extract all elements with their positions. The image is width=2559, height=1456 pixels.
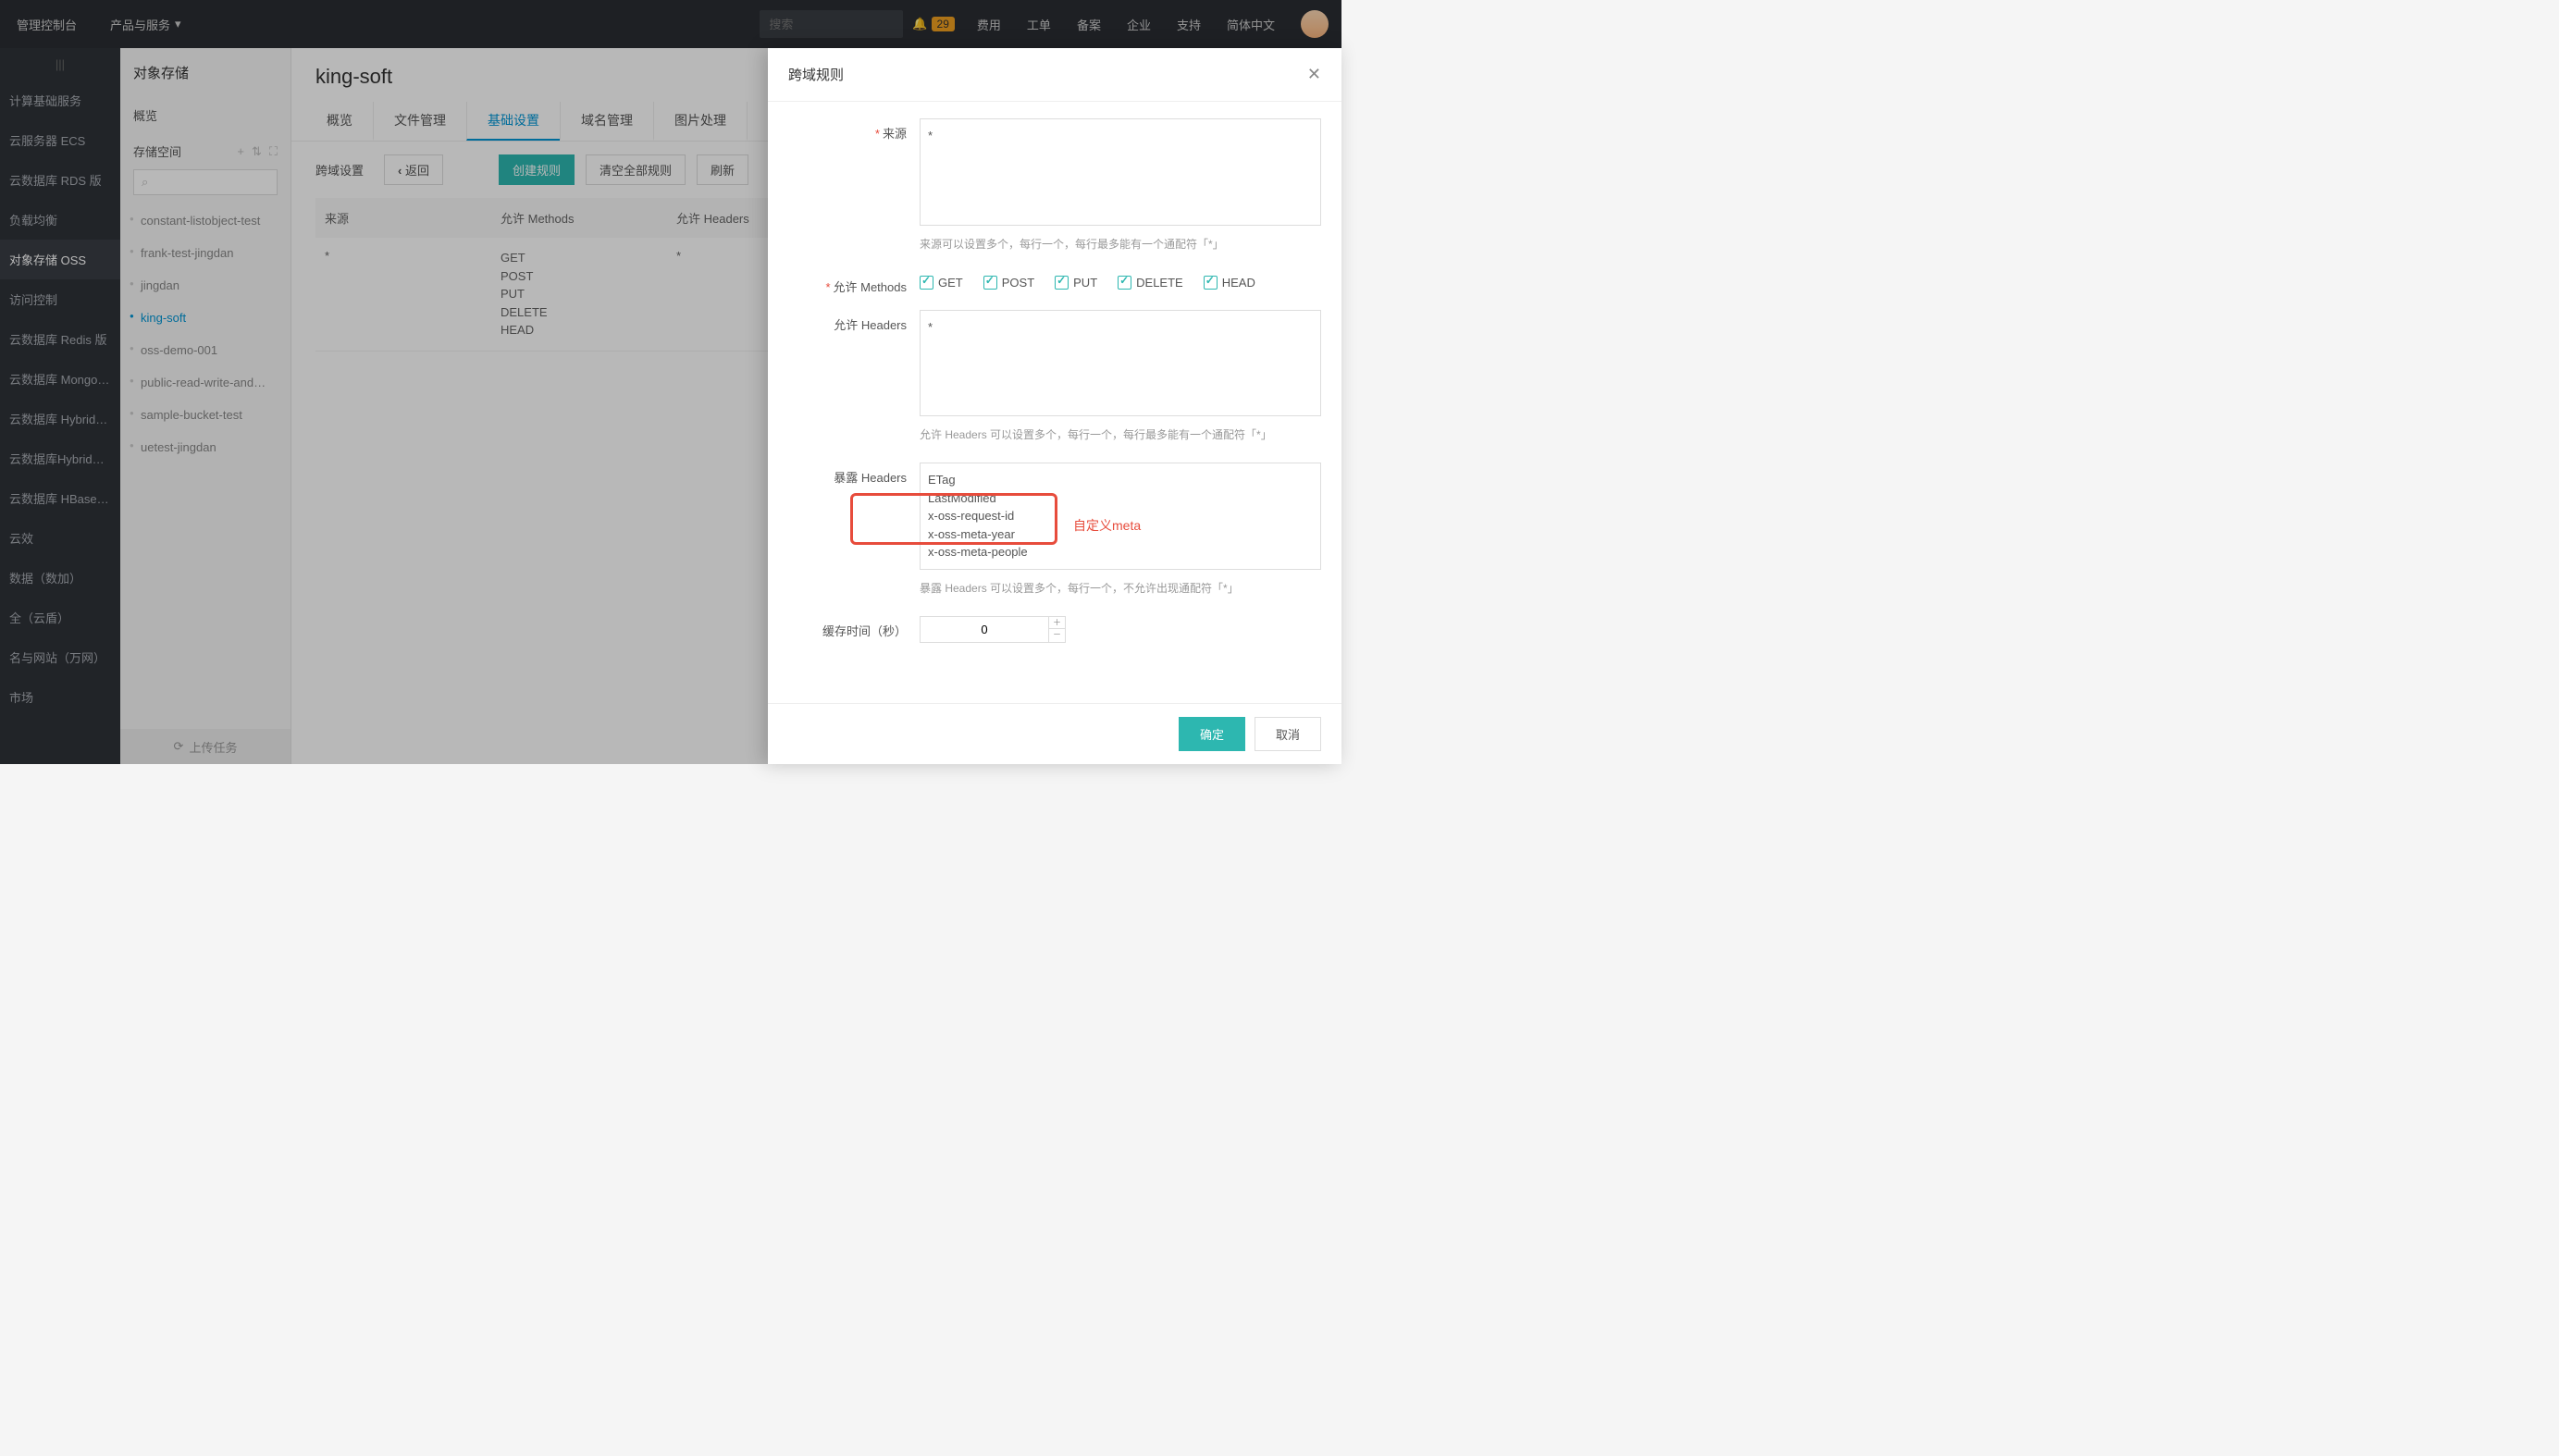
step-down-icon[interactable]: － <box>1049 628 1065 640</box>
origin-input[interactable] <box>920 118 1321 226</box>
checkbox-icon <box>983 276 997 290</box>
ok-button[interactable]: 确定 <box>1179 717 1245 751</box>
checkbox-icon <box>1204 276 1218 290</box>
origin-label: *来源 <box>788 118 920 265</box>
cancel-button[interactable]: 取消 <box>1255 717 1321 751</box>
checkbox-icon <box>1055 276 1069 290</box>
method-checkbox[interactable]: GET <box>920 276 963 290</box>
expose-headers-label: 暴露 Headers <box>788 463 920 609</box>
expose-headers-hint: 暴露 Headers 可以设置多个，每行一个，不允许出现通配符「*」 <box>920 580 1321 596</box>
step-up-icon[interactable]: ＋ <box>1049 617 1065 628</box>
method-checkbox[interactable]: HEAD <box>1204 276 1255 290</box>
checkbox-icon <box>1118 276 1131 290</box>
methods-checks: GET POST PUT DELETE HEAD <box>920 272 1321 290</box>
checkbox-label: GET <box>938 276 963 290</box>
cache-stepper: ＋ － <box>920 616 1321 643</box>
allow-headers-label: 允许 Headers <box>788 310 920 456</box>
checkbox-label: DELETE <box>1136 276 1183 290</box>
checkbox-label: PUT <box>1073 276 1097 290</box>
checkbox-label: POST <box>1002 276 1034 290</box>
method-checkbox[interactable]: POST <box>983 276 1034 290</box>
checkbox-icon <box>920 276 933 290</box>
allow-headers-input[interactable] <box>920 310 1321 417</box>
expose-headers-input[interactable] <box>920 463 1321 570</box>
panel-title: 跨域规则 <box>788 65 1307 84</box>
checkbox-label: HEAD <box>1222 276 1255 290</box>
method-checkbox[interactable]: DELETE <box>1118 276 1183 290</box>
allow-headers-hint: 允许 Headers 可以设置多个，每行一个，每行最多能有一个通配符「*」 <box>920 426 1321 442</box>
cache-input[interactable] <box>920 616 1049 643</box>
panel-footer: 确定 取消 <box>768 703 1341 764</box>
origin-hint: 来源可以设置多个，每行一个，每行最多能有一个通配符「*」 <box>920 236 1321 252</box>
close-icon[interactable]: ✕ <box>1307 65 1321 84</box>
cache-label: 缓存时间（秒） <box>788 616 920 643</box>
panel-header: 跨域规则 ✕ <box>768 48 1341 102</box>
cors-rule-panel: 跨域规则 ✕ *来源 来源可以设置多个，每行一个，每行最多能有一个通配符「*」 … <box>768 48 1341 764</box>
method-checkbox[interactable]: PUT <box>1055 276 1097 290</box>
methods-label: *允许 Methods <box>788 272 920 302</box>
panel-body: *来源 来源可以设置多个，每行一个，每行最多能有一个通配符「*」 *允许 Met… <box>768 102 1341 703</box>
